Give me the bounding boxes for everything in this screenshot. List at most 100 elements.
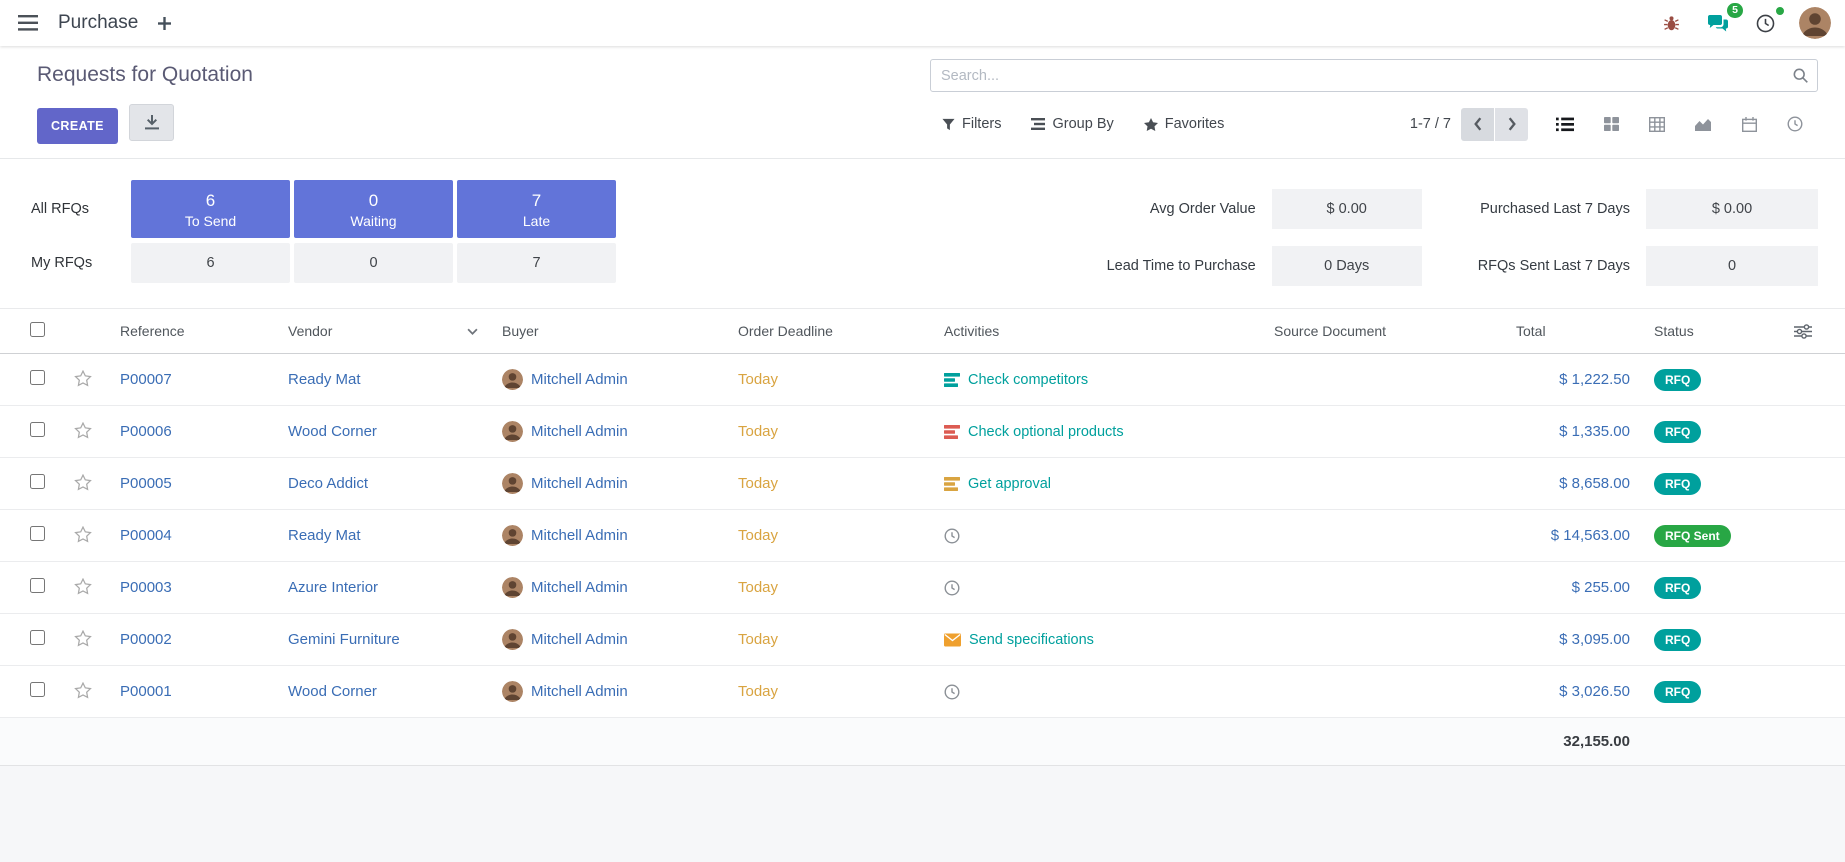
reference-cell[interactable]: P00002 xyxy=(108,614,276,666)
favorite-star-button[interactable] xyxy=(72,524,94,545)
reference-link[interactable]: P00007 xyxy=(120,371,172,388)
my-rfqs-label[interactable]: My RFQs xyxy=(31,255,127,271)
status-cell[interactable]: RFQ Sent xyxy=(1642,510,1772,562)
table-row[interactable]: P00006 Wood Corner Mitchell Admin Today … xyxy=(0,406,1845,458)
activities-cell[interactable]: Check optional products xyxy=(932,406,1262,458)
buyer-cell[interactable]: Mitchell Admin xyxy=(490,666,726,718)
vendor-link[interactable]: Gemini Furniture xyxy=(288,631,400,648)
buyer-link[interactable]: Mitchell Admin xyxy=(531,371,628,388)
activity-clock-icon[interactable] xyxy=(944,528,960,544)
total-cell[interactable]: $ 1,335.00 xyxy=(1504,406,1642,458)
favorite-star-button[interactable] xyxy=(72,368,94,389)
activity-envelope-icon[interactable] xyxy=(944,633,961,647)
total-cell[interactable]: $ 14,563.00 xyxy=(1504,510,1642,562)
row-checkbox[interactable] xyxy=(30,578,45,593)
row-checkbox[interactable] xyxy=(30,682,45,697)
header-total[interactable]: Total xyxy=(1504,309,1642,354)
table-row[interactable]: P00007 Ready Mat Mitchell Admin Today Ch… xyxy=(0,354,1845,406)
view-kanban-button[interactable] xyxy=(1588,107,1634,141)
reference-cell[interactable]: P00005 xyxy=(108,458,276,510)
header-status[interactable]: Status xyxy=(1642,309,1772,354)
view-activity-button[interactable] xyxy=(1772,107,1818,141)
export-button[interactable] xyxy=(129,104,174,141)
activity-summary-link[interactable]: Get approval xyxy=(968,476,1051,492)
buyer-link[interactable]: Mitchell Admin xyxy=(531,579,628,596)
source-document-cell[interactable] xyxy=(1262,406,1504,458)
activities-cell[interactable]: Get approval xyxy=(932,458,1262,510)
view-list-button[interactable] xyxy=(1542,107,1588,141)
vendor-link[interactable]: Deco Addict xyxy=(288,475,368,492)
pager-next-button[interactable] xyxy=(1495,108,1528,141)
favorite-star-button[interactable] xyxy=(72,628,94,649)
vendor-link[interactable]: Ready Mat xyxy=(288,371,361,388)
row-checkbox[interactable] xyxy=(30,630,45,645)
total-cell[interactable]: $ 255.00 xyxy=(1504,562,1642,614)
tile-late[interactable]: 7 Late xyxy=(457,180,616,238)
reference-cell[interactable]: P00003 xyxy=(108,562,276,614)
reference-cell[interactable]: P00007 xyxy=(108,354,276,406)
favorites-button[interactable]: Favorites xyxy=(1144,112,1225,136)
vendor-cell[interactable]: Ready Mat xyxy=(276,354,490,406)
status-cell[interactable]: RFQ xyxy=(1642,562,1772,614)
vendor-cell[interactable]: Deco Addict xyxy=(276,458,490,510)
vendor-link[interactable]: Azure Interior xyxy=(288,579,378,596)
table-row[interactable]: P00003 Azure Interior Mitchell Admin Tod… xyxy=(0,562,1845,614)
status-cell[interactable]: RFQ xyxy=(1642,614,1772,666)
my-tile-waiting[interactable]: 0 xyxy=(294,243,453,283)
reference-cell[interactable]: P00006 xyxy=(108,406,276,458)
total-cell[interactable]: $ 3,026.50 xyxy=(1504,666,1642,718)
favorite-star-button[interactable] xyxy=(72,420,94,441)
order-deadline-cell[interactable]: Today xyxy=(726,354,932,406)
vendor-link[interactable]: Ready Mat xyxy=(288,527,361,544)
all-rfqs-label[interactable]: All RFQs xyxy=(31,201,127,217)
buyer-link[interactable]: Mitchell Admin xyxy=(531,631,628,648)
total-cell[interactable]: $ 8,658.00 xyxy=(1504,458,1642,510)
apps-menu-button[interactable] xyxy=(14,11,42,35)
buyer-cell[interactable]: Mitchell Admin xyxy=(490,510,726,562)
vendor-cell[interactable]: Wood Corner xyxy=(276,666,490,718)
activity-tasks-icon[interactable] xyxy=(944,373,960,387)
vendor-cell[interactable]: Gemini Furniture xyxy=(276,614,490,666)
order-deadline-cell[interactable]: Today xyxy=(726,406,932,458)
my-tile-to-send[interactable]: 6 xyxy=(131,243,290,283)
activity-tasks-icon[interactable] xyxy=(944,477,960,491)
table-row[interactable]: P00005 Deco Addict Mitchell Admin Today … xyxy=(0,458,1845,510)
activities-cell[interactable]: Send specifications xyxy=(932,614,1262,666)
reference-link[interactable]: P00003 xyxy=(120,579,172,596)
reference-link[interactable]: P00002 xyxy=(120,631,172,648)
vendor-link[interactable]: Wood Corner xyxy=(288,423,377,440)
activities-cell[interactable] xyxy=(932,510,1262,562)
vendor-cell[interactable]: Azure Interior xyxy=(276,562,490,614)
vendor-cell[interactable]: Ready Mat xyxy=(276,510,490,562)
activities-cell[interactable] xyxy=(932,562,1262,614)
search-icon[interactable] xyxy=(1792,67,1809,84)
header-order-deadline[interactable]: Order Deadline xyxy=(726,309,932,354)
activity-summary-link[interactable]: Check competitors xyxy=(968,372,1088,388)
order-deadline-cell[interactable]: Today xyxy=(726,458,932,510)
status-cell[interactable]: RFQ xyxy=(1642,406,1772,458)
status-cell[interactable]: RFQ xyxy=(1642,666,1772,718)
favorite-star-button[interactable] xyxy=(72,680,94,701)
favorite-star-button[interactable] xyxy=(72,472,94,493)
reference-link[interactable]: P00004 xyxy=(120,527,172,544)
activity-summary-link[interactable]: Send specifications xyxy=(969,632,1094,648)
reference-link[interactable]: P00006 xyxy=(120,423,172,440)
activities-cell[interactable]: Check competitors xyxy=(932,354,1262,406)
total-cell[interactable]: $ 3,095.00 xyxy=(1504,614,1642,666)
header-source-document[interactable]: Source Document xyxy=(1262,309,1504,354)
filters-button[interactable]: Filters xyxy=(942,112,1001,136)
favorite-star-button[interactable] xyxy=(72,576,94,597)
user-avatar[interactable] xyxy=(1799,7,1831,39)
buyer-cell[interactable]: Mitchell Admin xyxy=(490,614,726,666)
activity-clock-icon[interactable] xyxy=(944,684,960,700)
vendor-cell[interactable]: Wood Corner xyxy=(276,406,490,458)
source-document-cell[interactable] xyxy=(1262,354,1504,406)
buyer-cell[interactable]: Mitchell Admin xyxy=(490,354,726,406)
source-document-cell[interactable] xyxy=(1262,614,1504,666)
source-document-cell[interactable] xyxy=(1262,458,1504,510)
buyer-cell[interactable]: Mitchell Admin xyxy=(490,562,726,614)
source-document-cell[interactable] xyxy=(1262,562,1504,614)
create-button[interactable]: CREATE xyxy=(37,108,118,144)
order-deadline-cell[interactable]: Today xyxy=(726,510,932,562)
activities-cell[interactable] xyxy=(932,666,1262,718)
